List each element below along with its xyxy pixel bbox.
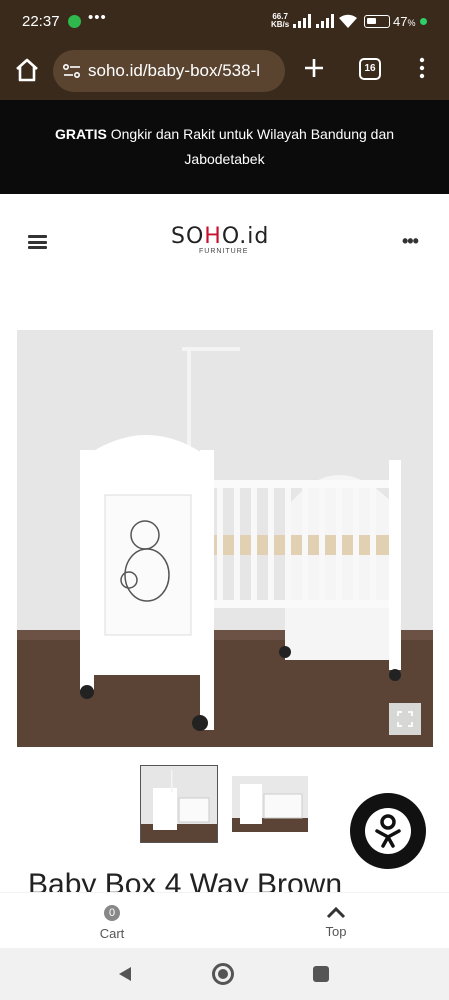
network-speed-unit: KB/s <box>271 20 290 29</box>
browser-menu-icon[interactable] <box>416 56 428 80</box>
status-time: 22:37 <box>22 13 60 30</box>
cart-label: Cart <box>99 926 125 941</box>
thumbnail-2[interactable] <box>231 765 309 843</box>
cart-count-badge: 0 <box>104 905 120 921</box>
system-navigation-bar <box>0 948 449 1000</box>
home-circle-icon[interactable] <box>212 963 234 985</box>
battery-percent: 47% <box>393 14 416 29</box>
top-label: Top <box>325 924 347 939</box>
site-settings-icon[interactable] <box>63 63 81 79</box>
crib-photo <box>17 330 433 747</box>
floating-chat-button[interactable] <box>350 793 426 869</box>
url-text[interactable]: soho.id/baby-box/538-l <box>88 61 280 81</box>
signal-icon <box>293 14 311 28</box>
announcement-text: Ongkir dan Rakit untuk Wilayah Bandung d… <box>106 126 395 167</box>
battery-icon <box>364 15 390 28</box>
home-button-icon[interactable] <box>14 57 40 83</box>
whatsapp-notification-icon <box>68 15 81 28</box>
more-notifications-icon: ••• <box>88 9 107 26</box>
wifi-icon <box>339 14 357 28</box>
status-bar: 22:37 ••• 66.7 KB/s 47% <box>0 0 449 44</box>
zoom-expand-icon[interactable] <box>389 703 421 735</box>
logo-subtitle: FURNITURE <box>199 248 249 255</box>
announcement-bar: GRATIS Ongkir dan Rakit untuk Wilayah Ba… <box>0 100 449 194</box>
thumbnail-1-image <box>141 766 217 842</box>
network-speed: 66.7 KB/s <box>271 13 289 29</box>
product-main-image[interactable] <box>17 330 433 747</box>
address-bar[interactable]: soho.id/baby-box/538-l <box>53 50 285 92</box>
back-to-top-button[interactable]: Top <box>306 903 366 939</box>
site-header: SOHO.id FURNITURE ••• <box>0 194 449 288</box>
more-options-icon[interactable]: ••• <box>402 231 419 252</box>
browser-toolbar: soho.id/baby-box/538-l 16 <box>0 44 449 100</box>
tab-switcher-button[interactable]: 16 <box>359 58 381 80</box>
announcement-bold: GRATIS <box>54 126 107 142</box>
site-logo[interactable]: SOHO.id FURNITURE <box>171 226 281 260</box>
chevron-up-icon <box>326 906 346 919</box>
back-triangle-icon[interactable] <box>116 965 134 983</box>
battery-level <box>367 18 376 24</box>
cart-button[interactable]: 0 Cart <box>82 903 142 941</box>
hamburger-menu-icon[interactable] <box>28 235 47 249</box>
bottom-navigation: 0 Cart Top <box>0 892 449 948</box>
charging-dot-icon <box>420 18 427 25</box>
signal-icon-2 <box>316 14 334 28</box>
new-tab-icon[interactable] <box>302 56 326 80</box>
recent-apps-icon[interactable] <box>313 966 329 982</box>
thumbnail-2-image <box>232 766 308 842</box>
thumbnail-1[interactable] <box>140 765 218 843</box>
chat-icon <box>375 814 401 848</box>
